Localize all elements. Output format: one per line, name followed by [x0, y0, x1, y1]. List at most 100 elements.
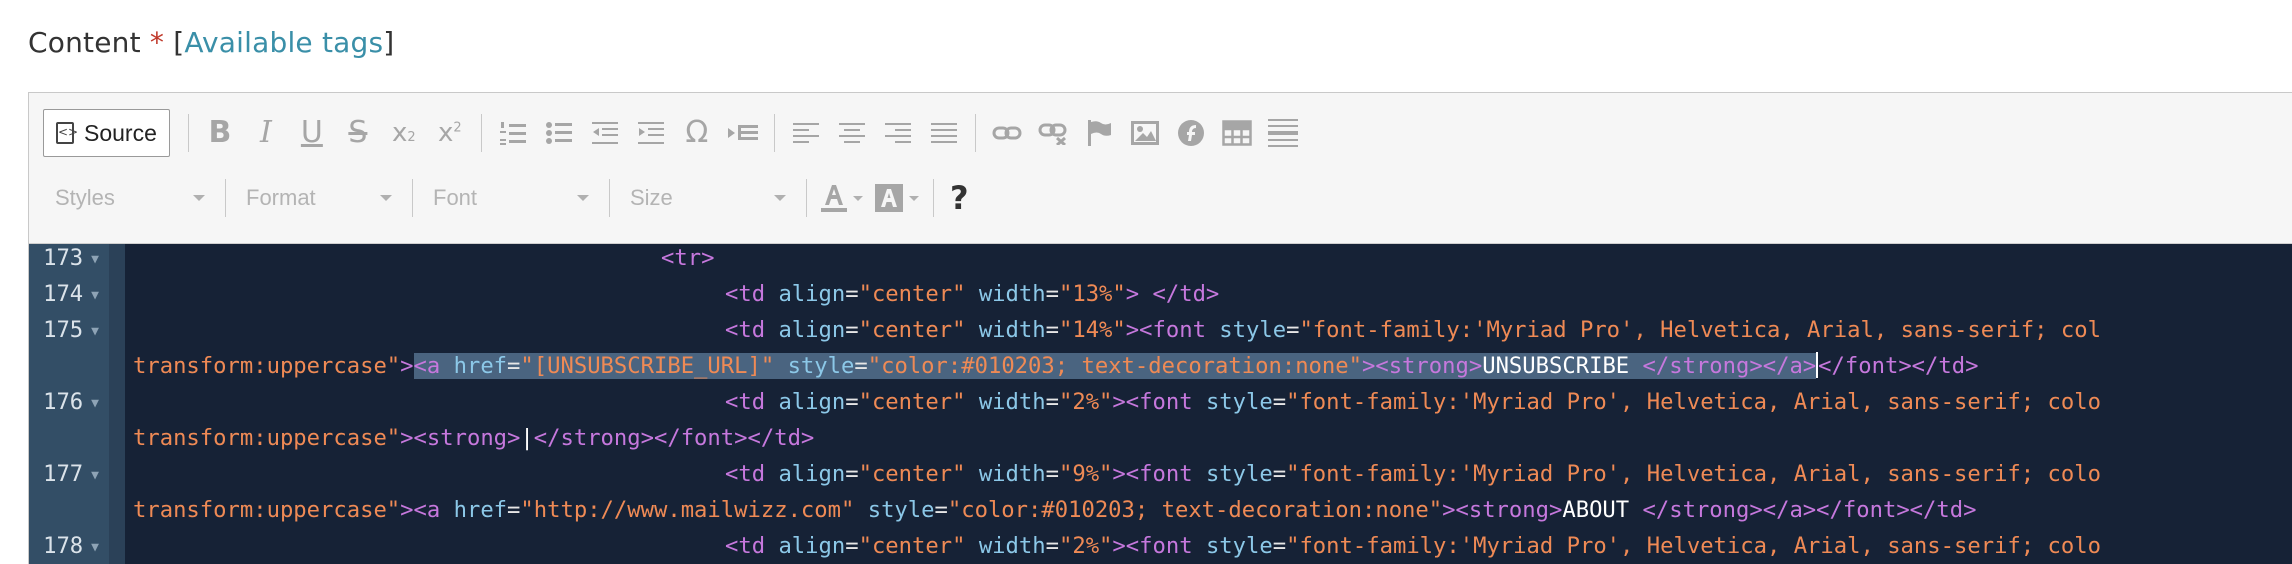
horizontal-rule-icon [1267, 119, 1298, 147]
bold-icon: B [208, 115, 232, 150]
styles-label: Styles [55, 185, 115, 210]
code-line: <td align="center" width="2%"><font styl… [725, 389, 2101, 415]
align-center-button[interactable] [829, 109, 875, 157]
horizontal-rule-button[interactable] [1260, 109, 1306, 157]
bulleted-list-icon [545, 122, 572, 144]
background-color-button[interactable] [869, 176, 925, 220]
justify-button[interactable] [921, 109, 967, 157]
open-bracket: [ [173, 26, 185, 59]
close-bracket: ] [383, 26, 395, 59]
toolbar-separator [412, 179, 413, 217]
line-number: 176 ▼ [43, 389, 99, 415]
fold-arrow-icon[interactable]: ▼ [91, 324, 99, 339]
toolbar-separator [225, 179, 226, 217]
toolbar-separator [480, 114, 482, 152]
text-color-icon [821, 185, 847, 212]
code-line-wrap: transform:uppercase"><strong>|</strong><… [133, 425, 815, 451]
line-number: 178 ▼ [43, 533, 99, 559]
align-right-button[interactable] [875, 109, 921, 157]
rich-text-editor: <> Source B I U S x2 x2 Ω Styles Format … [28, 92, 2292, 564]
subscript-button[interactable]: x2 [381, 109, 427, 157]
omega-icon: Ω [685, 115, 709, 150]
code-line: <td align="center" width="9%"><font styl… [725, 461, 2101, 487]
fold-gutter [109, 244, 125, 564]
toolbar-separator [933, 179, 934, 217]
numbered-list-icon [499, 122, 526, 145]
line-number: 173 ▼ [43, 245, 99, 271]
justify-icon [930, 123, 957, 143]
background-color-icon [875, 184, 903, 212]
code-line: <tr> [661, 245, 715, 271]
toolbar-separator [974, 114, 976, 152]
align-left-button[interactable] [783, 109, 829, 157]
format-dropdown[interactable]: Format [234, 176, 404, 220]
line-number: 174 ▼ [43, 281, 99, 307]
fold-arrow-icon[interactable]: ▼ [91, 396, 99, 411]
format-label: Format [246, 185, 316, 210]
link-icon [992, 126, 1022, 140]
font-dropdown[interactable]: Font [421, 176, 601, 220]
chevron-down-icon [577, 195, 589, 201]
blockquote-icon [727, 125, 758, 140]
flash-icon [1177, 120, 1204, 146]
table-button[interactable] [1214, 109, 1260, 157]
align-left-icon [792, 123, 819, 143]
link-button[interactable] [984, 109, 1030, 157]
toolbar-separator [187, 114, 189, 152]
code-line-wrap: transform:uppercase"><a href="http://www… [133, 497, 1977, 523]
source-button[interactable]: <> Source [43, 109, 170, 157]
fold-arrow-icon[interactable]: ▼ [91, 540, 99, 555]
increase-indent-button[interactable] [628, 109, 674, 157]
code-line: <td align="center" width="14%"><font sty… [725, 317, 2101, 343]
blockquote-button[interactable] [720, 109, 766, 157]
source-code-editor[interactable]: 173 ▼ 174 ▼ 175 ▼ 176 ▼ 177 ▼ 178 ▼ <tr> <td a… [29, 244, 2292, 564]
text-color-button[interactable] [815, 176, 869, 220]
special-character-button[interactable]: Ω [674, 109, 720, 157]
toolbar-separator [806, 179, 807, 217]
italic-button[interactable]: I [243, 109, 289, 157]
text-selection: <a href="[UNSUBSCRIBE_URL]" style="color… [413, 353, 1817, 379]
source-icon: <> [56, 122, 78, 144]
italic-icon: I [259, 115, 272, 150]
toolbar-row-2: Styles Format Font Size ? [43, 173, 2292, 223]
content-field-label: Content * [Available tags] [28, 26, 394, 59]
styles-dropdown[interactable]: Styles [43, 176, 217, 220]
editor-toolbar: <> Source B I U S x2 x2 Ω Styles Format … [29, 93, 2292, 244]
bold-button[interactable]: B [197, 109, 243, 157]
line-number: 177 ▼ [43, 461, 99, 487]
strikethrough-button[interactable]: S [335, 109, 381, 157]
superscript-icon: x2 [438, 118, 462, 148]
numbered-list-button[interactable] [490, 109, 536, 157]
toolbar-separator [609, 179, 610, 217]
decrease-indent-icon [591, 122, 618, 144]
unlink-button[interactable] [1030, 109, 1076, 157]
image-icon [1130, 121, 1159, 145]
image-button[interactable] [1122, 109, 1168, 157]
decrease-indent-button[interactable] [582, 109, 628, 157]
table-icon [1222, 120, 1252, 146]
flash-button[interactable] [1168, 109, 1214, 157]
flag-icon [1087, 120, 1111, 146]
required-mark: * [149, 26, 165, 59]
font-label: Font [433, 185, 478, 210]
size-dropdown[interactable]: Size [618, 176, 798, 220]
help-button[interactable]: ? [942, 179, 977, 217]
code-line: <td align="center" width="13%"> </td> [725, 281, 1220, 307]
fold-arrow-icon[interactable]: ▼ [91, 288, 99, 303]
bulleted-list-button[interactable] [536, 109, 582, 157]
available-tags-link[interactable]: Available tags [184, 26, 383, 59]
chevron-down-icon [774, 195, 786, 201]
align-center-icon [838, 123, 865, 143]
strikethrough-icon: S [348, 115, 368, 150]
chevron-down-icon [853, 195, 863, 201]
anchor-button[interactable] [1076, 109, 1122, 157]
subscript-icon: x2 [392, 118, 416, 148]
source-label: Source [84, 119, 157, 146]
superscript-button[interactable]: x2 [427, 109, 473, 157]
fold-arrow-icon[interactable]: ▼ [91, 468, 99, 483]
underline-button[interactable]: U [289, 109, 335, 157]
code-line-wrap: transform:uppercase"><a href="[UNSUBSCRI… [133, 352, 1979, 379]
unlink-icon [1038, 123, 1067, 145]
chevron-down-icon [193, 195, 205, 201]
fold-arrow-icon[interactable]: ▼ [91, 252, 99, 267]
